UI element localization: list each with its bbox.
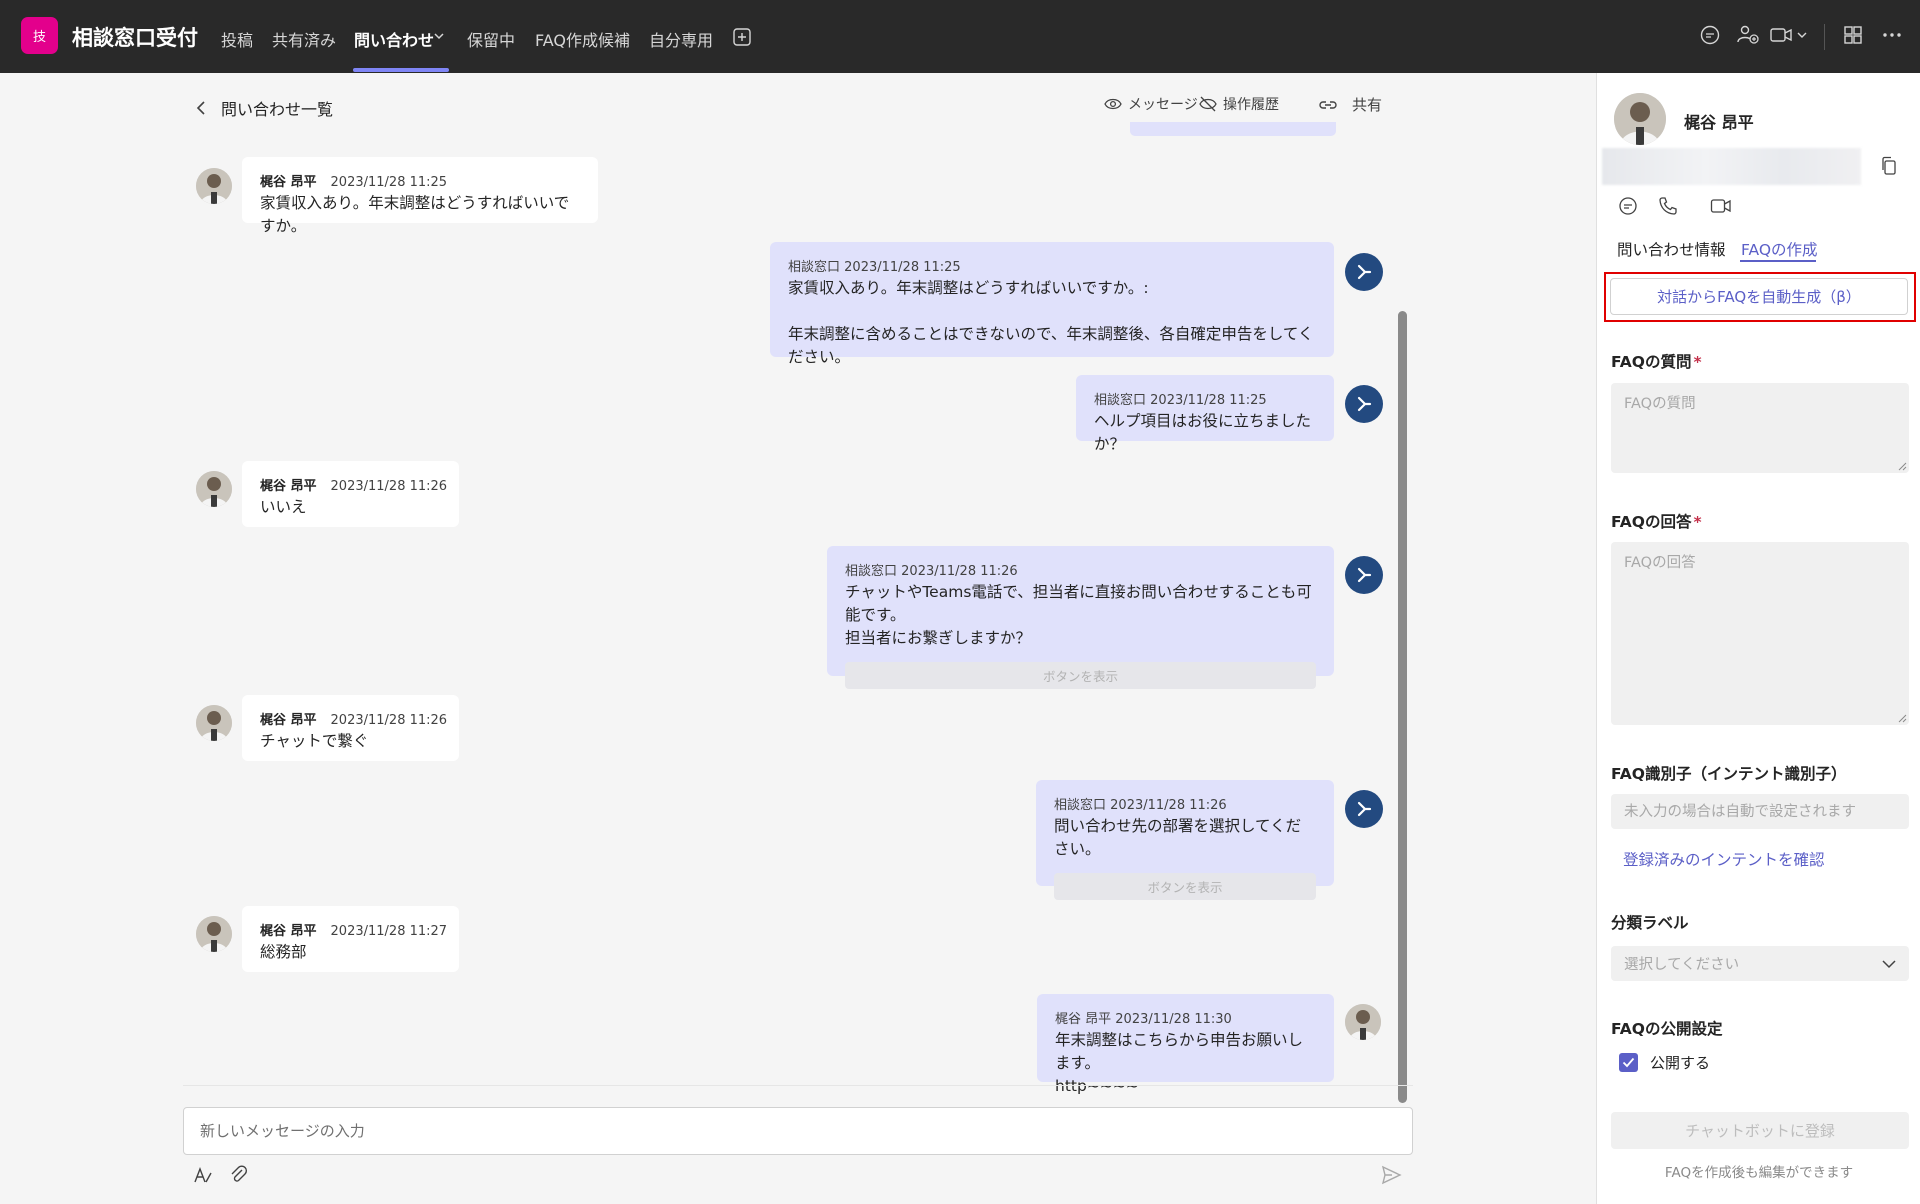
composer-divider [183, 1085, 1413, 1086]
message-meta: 梶谷 昂平 2023/11/28 11:30 [1055, 1012, 1232, 1027]
app-badge: 技 [21, 17, 58, 54]
message-text: ヘルプ項目はお役に立ちましたか？ [1094, 412, 1312, 453]
publish-checkbox[interactable] [1619, 1053, 1638, 1072]
top-bar: 技 相談窓口受付 投稿 共有済み 問い合わせ 保留中 FAQ作成候補 自分専用 [0, 0, 1920, 73]
faq-answer-field[interactable] [1611, 542, 1909, 725]
video-call-icon[interactable] [1769, 24, 1811, 46]
tab-personal[interactable]: 自分専用 [649, 27, 713, 51]
avatar [1345, 1004, 1381, 1040]
message-text: チャットで繋ぐ [260, 732, 369, 750]
message-text: 問い合わせ先の部署を選択してください。 [1054, 817, 1302, 858]
message-button[interactable]: メッセージ [1104, 94, 1198, 114]
faq-answer-label: FAQの回答 * [1611, 513, 1702, 531]
more-options-icon[interactable] [1881, 24, 1903, 46]
register-chatbot-button[interactable]: チャットボットに登録 [1611, 1112, 1909, 1149]
faq-question-field[interactable] [1611, 383, 1909, 473]
message-meta: 相談窓口 2023/11/28 11:26 [1054, 798, 1227, 813]
show-buttons-button[interactable]: ボタンを表示 [845, 662, 1316, 689]
avatar [196, 705, 232, 741]
message-text: 総務部 [260, 943, 307, 961]
chat-scrollbar[interactable] [1398, 311, 1407, 1103]
chat-icon[interactable] [1699, 24, 1721, 46]
publish-setting-label: FAQの公開設定 [1611, 1020, 1723, 1038]
message-bubble-bot: 相談窓口 2023/11/28 11:26 チャットやTeams電話で、担当者に… [827, 546, 1334, 689]
people-add-icon[interactable] [1736, 24, 1760, 46]
message-bubble-bot: 相談窓口 2023/11/28 11:25 家賃収入あり。年末調整はどうすればい… [770, 242, 1334, 366]
check-icon [1622, 1057, 1635, 1068]
message-bubble-user: 梶谷 昂平 2023/11/28 11:26 チャットで繋ぐ [242, 695, 459, 761]
tab-faq-create[interactable]: FAQの作成 [1741, 238, 1818, 260]
faq-question-label: FAQの質問 * [1611, 353, 1702, 371]
footnote: FAQを作成後も編集ができます [1664, 1165, 1854, 1181]
tab-inquiries[interactable]: 問い合わせ [354, 27, 434, 51]
eye-off-icon [1199, 96, 1217, 112]
share-button[interactable]: 共有 [1318, 94, 1382, 115]
auto-generate-faq-button[interactable]: 対話からFAQを自動生成（β） [1610, 278, 1908, 315]
copy-icon[interactable] [1880, 156, 1898, 176]
phone-icon[interactable] [1658, 196, 1678, 216]
message-meta: 相談窓口 2023/11/28 11:25 [1094, 393, 1267, 408]
message-bubble-user: 梶谷 昂平 2023/11/28 11:26 いいえ [242, 461, 459, 527]
history-button[interactable]: 操作履歴 [1199, 94, 1279, 114]
bot-icon [1345, 385, 1383, 423]
view-intents-link[interactable]: 登録済みのインテントを確認 [1623, 848, 1825, 870]
category-select[interactable]: 選択してください [1611, 946, 1909, 981]
app-title: 相談窓口受付 [72, 26, 198, 50]
chevron-down-icon [1882, 959, 1896, 968]
bot-icon [1345, 790, 1383, 828]
bot-icon [1345, 556, 1383, 594]
link-icon [1319, 100, 1337, 109]
toolbar-separator [1824, 24, 1825, 50]
tab-inquiry-info[interactable]: 問い合わせ情報 [1617, 238, 1726, 260]
video-icon[interactable] [1710, 196, 1732, 216]
chat-pane: 問い合わせ一覧 メッセージ 操作履歴 共有 梶谷 昂平 2023/11/28 11… [0, 73, 1596, 1204]
redacted-contact-info [1602, 148, 1861, 185]
bot-icon [1345, 253, 1383, 291]
message-text: 年末調整はこちらから申告お願いします。 http~~~~ [1055, 1031, 1304, 1095]
chevron-down-icon[interactable] [433, 30, 445, 42]
avatar [1614, 93, 1666, 145]
avatar [196, 168, 232, 204]
faq-side-panel: 梶谷 昂平 問い合わせ情報 FAQの作成 対話からFAQを自動生成（β） FAQ… [1596, 73, 1920, 1204]
tab-shared[interactable]: 共有済み [272, 27, 336, 51]
message-text: いいえ [260, 498, 307, 516]
back-to-list[interactable]: 問い合わせ一覧 [195, 96, 333, 120]
add-tab-icon[interactable] [732, 27, 752, 47]
message-bubble-bot: 相談窓口 2023/11/28 11:26 問い合わせ先の部署を選択してください… [1036, 780, 1334, 900]
eye-icon [1104, 98, 1122, 110]
resize-grip-icon[interactable] [1897, 461, 1907, 471]
message-bubble-agent: 梶谷 昂平 2023/11/28 11:30 年末調整はこちらから申告お願いしま… [1037, 994, 1334, 1095]
avatar [196, 471, 232, 507]
apps-icon[interactable] [1842, 24, 1864, 46]
faq-intent-label: FAQ識別子（インテント識別子） [1611, 765, 1847, 783]
active-tab-indicator [353, 68, 449, 72]
format-icon[interactable] [192, 1164, 214, 1186]
tab-posts[interactable]: 投稿 [221, 27, 253, 51]
tab-faq-candidates[interactable]: FAQ作成候補 [535, 27, 630, 51]
message-input[interactable] [183, 1107, 1413, 1155]
message-bubble-user: 梶谷 昂平 2023/11/28 11:27 総務部 [242, 906, 459, 972]
attach-icon[interactable] [228, 1164, 248, 1186]
message-meta: 相談窓口 2023/11/28 11:25 [788, 260, 961, 275]
category-label: 分類ラベル [1611, 914, 1689, 932]
show-buttons-button[interactable]: ボタンを表示 [1054, 873, 1316, 900]
message-text: チャットやTeams電話で、担当者に直接お問い合わせすることも可能です。 担当者… [845, 583, 1312, 647]
back-label: 問い合わせ一覧 [221, 100, 334, 119]
message-bubble-bot: 相談窓口 2023/11/28 11:25 ヘルプ項目はお役に立ちましたか？ [1076, 375, 1334, 453]
send-icon[interactable] [1380, 1164, 1402, 1186]
message-text: 家賃収入あり。年末調整はどうすればいいですか。: 年末調整に含めることはできない… [788, 279, 1314, 366]
faq-intent-field[interactable] [1611, 794, 1909, 829]
tab-on-hold[interactable]: 保留中 [467, 27, 515, 51]
previous-message-stub [1130, 122, 1336, 136]
message-text: 家賃収入あり。年末調整はどうすればいいですか。 [260, 194, 570, 235]
chat-icon[interactable] [1618, 196, 1638, 216]
message-bubble-user: 梶谷 昂平 2023/11/28 11:25 家賃収入あり。年末調整はどうすればい… [242, 157, 598, 235]
chevron-left-icon [196, 101, 205, 115]
resize-grip-icon[interactable] [1897, 713, 1907, 723]
contact-name: 梶谷 昂平 [1684, 113, 1754, 132]
avatar [196, 916, 232, 952]
publish-checkbox-label[interactable]: 公開する [1650, 1052, 1710, 1073]
message-meta: 相談窓口 2023/11/28 11:26 [845, 564, 1018, 579]
active-side-tab-indicator [1740, 260, 1816, 262]
